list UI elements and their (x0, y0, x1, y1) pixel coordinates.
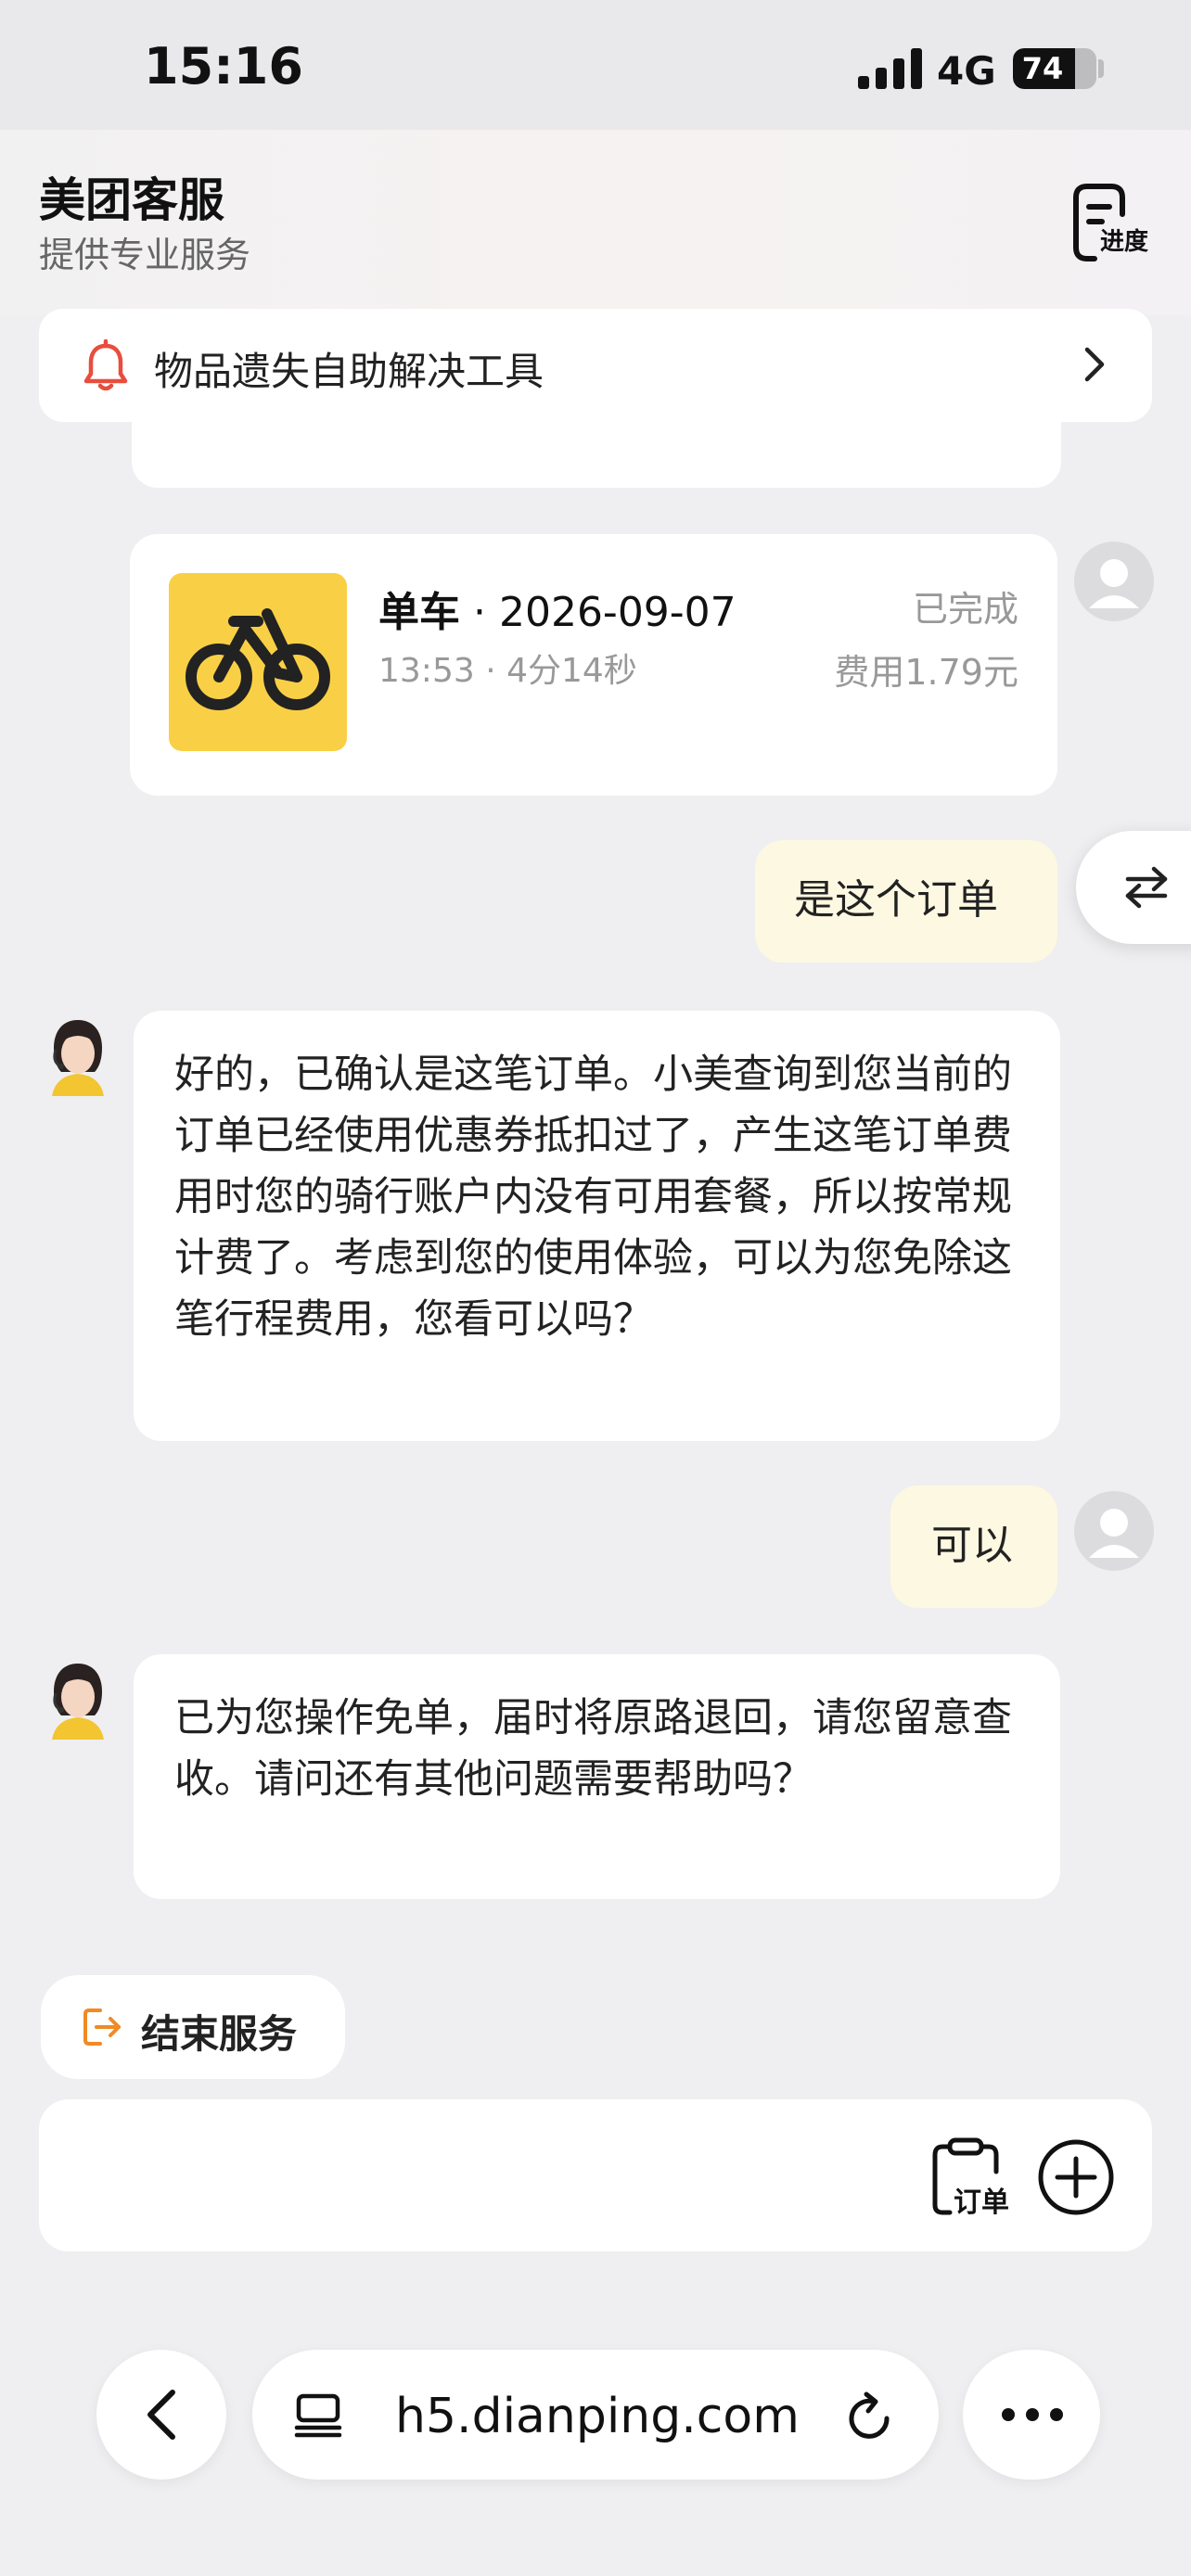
order-type: 单车 (378, 589, 460, 636)
browser-back-button[interactable] (96, 2350, 226, 2480)
bell-icon (83, 338, 128, 391)
chat-header: 美团客服 提供专业服务 进度 (0, 130, 1191, 315)
user-message-bubble: 是这个订单 (755, 840, 1057, 963)
message-text: 可以 (931, 1522, 1013, 1569)
chevron-right-icon (1084, 347, 1105, 382)
order-card[interactable]: 单车 · 2026-09-07 13:53 · 4分14秒 已完成 费用1.79… (130, 534, 1057, 796)
battery-cap (1098, 59, 1104, 78)
order-title: 单车 · 2026-09-07 (378, 579, 736, 638)
user-message-bubble: 可以 (890, 1486, 1057, 1608)
exit-icon (83, 2009, 121, 2046)
bike-thumbnail (169, 573, 347, 751)
message-input[interactable]: 订单 (39, 2099, 1152, 2251)
more-dots-icon (1002, 2408, 1063, 2421)
agent-avatar-icon (52, 1020, 104, 1096)
order-date: · 2026-09-07 (460, 589, 736, 636)
lost-item-tool-banner[interactable]: 物品遗失自助解决工具 (39, 309, 1152, 422)
user-avatar (1074, 542, 1154, 621)
plus-icon[interactable] (1037, 2138, 1115, 2216)
network-type: 4G (937, 48, 996, 94)
page-menu-icon (294, 2393, 342, 2438)
reload-icon[interactable] (846, 2391, 894, 2441)
url-text: h5.dianping.com (395, 2389, 800, 2444)
end-service-button[interactable]: 结束服务 (41, 1975, 345, 2079)
order-status: 已完成 (912, 589, 1018, 630)
message-text: 好的，已确认是这笔订单。小美查询到您当前的订单已经使用优惠券抵扣过了，产生这笔订… (174, 1052, 1012, 1343)
agent-message-bubble: 已为您操作免单，届时将原路退回，请您留意查收。请问还有其他问题需要帮助吗？ (134, 1654, 1060, 1899)
notice-text: 物品遗失自助解决工具 (154, 349, 544, 394)
message-text: 是这个订单 (794, 876, 998, 924)
chevron-left-icon (147, 2390, 175, 2440)
user-avatar (1074, 1491, 1154, 1571)
status-time: 15:16 (144, 37, 303, 96)
progress-label[interactable]: 进度 (1100, 223, 1148, 257)
agent-avatar (43, 1660, 113, 1740)
order-fee: 费用1.79元 (834, 652, 1018, 693)
browser-more-button[interactable] (963, 2350, 1100, 2480)
cellular-signal-icon (858, 48, 922, 89)
battery-percent: 74 (1021, 51, 1064, 86)
agent-avatar (43, 1016, 113, 1096)
end-service-label: 结束服务 (141, 2011, 298, 2057)
partial-message-bubble (132, 408, 1061, 488)
battery-icon: 74 (1013, 48, 1096, 89)
swap-arrows-icon (1125, 866, 1168, 909)
switch-tab-button[interactable] (1076, 831, 1191, 944)
order-shortcut-label[interactable]: 订单 (954, 2179, 1009, 2220)
status-bar: 15:16 4G 74 (0, 0, 1191, 130)
order-meta: 13:53 · 4分14秒 (378, 652, 637, 690)
bicycle-icon (186, 608, 330, 710)
page-subtitle: 提供专业服务 (39, 235, 251, 275)
page-title: 美团客服 (39, 173, 224, 227)
agent-message-bubble: 好的，已确认是这笔订单。小美查询到您当前的订单已经使用优惠券抵扣过了，产生这笔订… (134, 1011, 1060, 1441)
agent-avatar-icon (52, 1664, 104, 1740)
browser-address-bar[interactable]: h5.dianping.com (252, 2350, 939, 2480)
message-text: 已为您操作免单，届时将原路退回，请您留意查收。请问还有其他问题需要帮助吗？ (174, 1695, 1012, 1803)
user-icon (1089, 559, 1139, 608)
user-icon (1089, 1509, 1139, 1558)
